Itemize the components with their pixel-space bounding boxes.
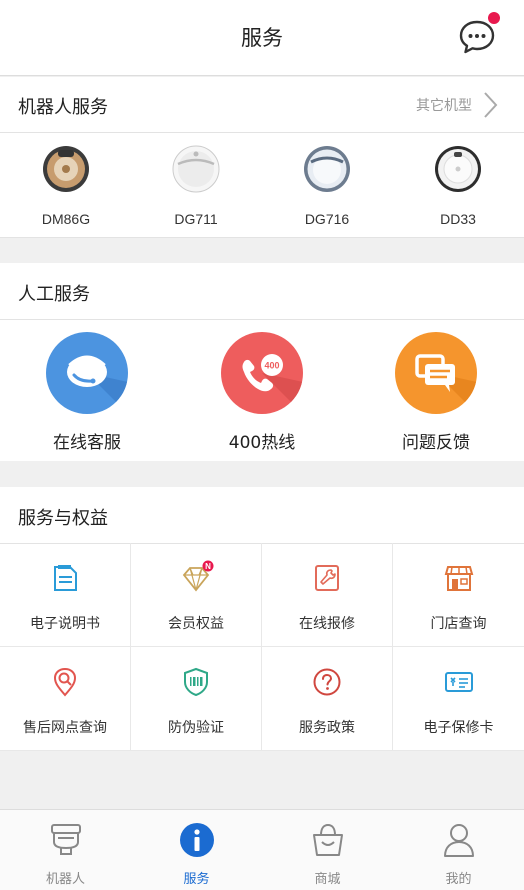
grid-item-membership[interactable]: N 会员权益 (131, 543, 262, 647)
location-search-icon (53, 667, 77, 697)
bottom-tab-bar: 机器人 服务 商城 我的 (0, 809, 524, 890)
grid-item-warranty-card[interactable]: 电子保修卡 (393, 647, 524, 751)
feedback-chat-icon (415, 354, 477, 414)
tab-mine[interactable]: 我的 (393, 822, 524, 887)
customer-service-icon (67, 355, 128, 414)
robot-item-dg711[interactable]: DG711 (136, 145, 256, 227)
robot-vacuum-icon (43, 146, 89, 192)
service-label: 在线客服 (53, 433, 121, 453)
online-customer-service-button[interactable]: 在线客服 (7, 332, 167, 453)
chat-bubble-icon[interactable] (458, 18, 496, 56)
tab-mall[interactable]: 商城 (262, 822, 393, 887)
manual-service-title: 人工服务 (18, 284, 90, 305)
svg-text:N: N (205, 562, 211, 571)
info-icon (179, 823, 214, 857)
grid-item-label: 电子说明书 (30, 616, 100, 632)
grid-item-store[interactable]: 门店查询 (393, 543, 524, 647)
robot-vacuum-icon (304, 146, 350, 192)
robot-item-dd33[interactable]: DD33 (398, 145, 518, 227)
robot-item-dm86g[interactable]: DM86G (6, 145, 126, 227)
grid-item-service-point[interactable]: 售后网点查询 (0, 647, 131, 751)
grid-item-anti-fake[interactable]: 防伪验证 (131, 647, 262, 751)
tab-service[interactable]: 服务 (131, 822, 262, 887)
barcode-shield-icon (184, 667, 208, 697)
grid-item-policy[interactable]: 服务政策 (262, 647, 393, 751)
grid-item-label: 电子保修卡 (423, 720, 494, 736)
manual-icon (54, 565, 77, 591)
service-label: 问题反馈 (402, 433, 470, 453)
robot-name: DG711 (174, 211, 218, 227)
page-title: 服务 (241, 26, 283, 50)
robot-icon (50, 824, 81, 855)
service-label: 400热线 (228, 433, 296, 453)
warranty-card-icon (444, 672, 473, 692)
diamond-icon: N (182, 560, 214, 592)
grid-item-label: 在线报修 (299, 616, 355, 632)
person-icon (443, 824, 474, 857)
tab-label: 服务 (183, 872, 210, 887)
robot-name: DG716 (304, 211, 350, 227)
shopping-bag-icon (312, 823, 343, 856)
robot-vacuum-icon (172, 145, 220, 193)
notification-dot (488, 12, 500, 24)
divider (0, 132, 524, 133)
tab-label: 我的 (445, 872, 472, 887)
grid-item-label: 售后网点查询 (23, 720, 107, 736)
benefits-title: 服务与权益 (18, 508, 108, 529)
wrench-icon (315, 565, 339, 591)
divider (0, 237, 524, 238)
robot-name: DM86G (41, 211, 91, 227)
store-icon (444, 566, 473, 591)
svg-text:400: 400 (264, 361, 279, 371)
robot-item-dg716[interactable]: DG716 (267, 145, 387, 227)
grid-item-label: 服务政策 (299, 720, 355, 736)
robot-service-title: 机器人服务 (18, 97, 108, 118)
feedback-button[interactable]: 问题反馈 (356, 332, 516, 453)
chevron-right-icon[interactable] (480, 90, 500, 120)
question-icon (313, 668, 341, 696)
top-header: 服务 (0, 0, 524, 76)
tab-robot[interactable]: 机器人 (0, 822, 131, 887)
divider (0, 319, 524, 320)
grid-item-label: 防伪验证 (168, 720, 224, 736)
robot-name: DD33 (440, 211, 476, 227)
phone-hotline-icon: 400 (242, 354, 303, 414)
benefits-grid: 电子说明书 N 会员权益 在线报修 门店查询 售后网点查询 防伪验证 服务政策 … (0, 543, 524, 751)
grid-item-label: 门店查询 (430, 616, 487, 632)
tab-label: 机器人 (45, 872, 85, 887)
robot-vacuum-icon (435, 146, 481, 192)
tab-label: 商城 (314, 872, 341, 887)
other-models-link[interactable]: 其它机型 (416, 95, 472, 115)
grid-item-label: 会员权益 (168, 616, 224, 632)
grid-item-repair[interactable]: 在线报修 (262, 543, 393, 647)
hotline-400-button[interactable]: 400 400热线 (182, 332, 342, 453)
grid-item-manual[interactable]: 电子说明书 (0, 543, 131, 647)
